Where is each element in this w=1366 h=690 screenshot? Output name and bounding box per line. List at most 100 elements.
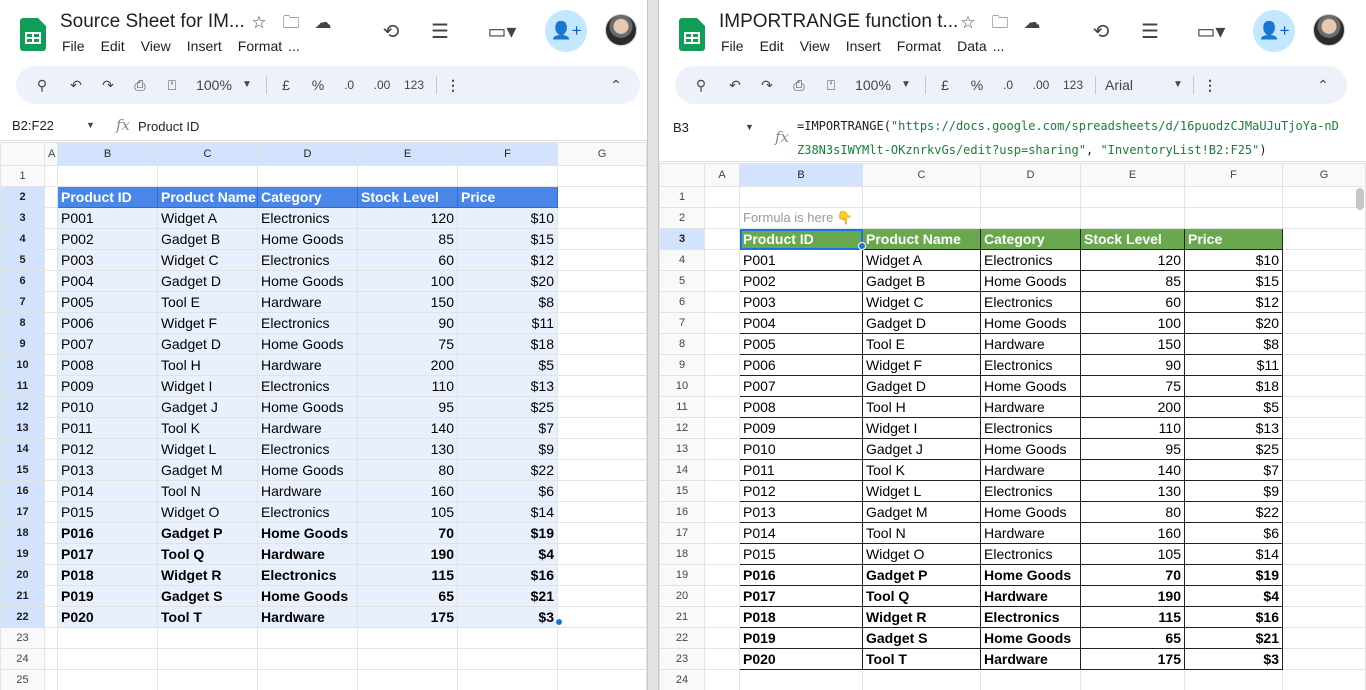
data-cell[interactable]: Tool T bbox=[157, 606, 258, 628]
cell[interactable] bbox=[557, 291, 647, 313]
data-cell[interactable]: P012 bbox=[57, 438, 158, 460]
increase-decimal-button[interactable]: .00 bbox=[1029, 66, 1053, 104]
data-cell[interactable]: $6 bbox=[457, 480, 558, 502]
currency-format-button[interactable]: £ bbox=[276, 66, 296, 104]
cell[interactable] bbox=[557, 501, 647, 523]
data-cell[interactable]: Home Goods bbox=[980, 438, 1081, 460]
data-cell[interactable]: $3 bbox=[1184, 648, 1283, 670]
column-header-e[interactable]: E bbox=[357, 142, 458, 166]
column-header-g[interactable]: G bbox=[1282, 163, 1366, 187]
row-header-20[interactable]: 20 bbox=[0, 564, 45, 586]
cell[interactable] bbox=[704, 291, 740, 313]
data-cell[interactable]: P013 bbox=[739, 501, 863, 523]
percent-format-button[interactable]: % bbox=[308, 66, 328, 104]
data-cell[interactable]: 95 bbox=[357, 396, 458, 418]
cell[interactable] bbox=[557, 375, 647, 397]
column-header-d[interactable]: D bbox=[980, 163, 1081, 187]
data-cell[interactable]: Hardware bbox=[980, 333, 1081, 355]
column-header-f[interactable]: F bbox=[1184, 163, 1283, 187]
data-cell[interactable]: $20 bbox=[457, 270, 558, 292]
row-header-9[interactable]: 9 bbox=[659, 354, 705, 376]
cell[interactable] bbox=[457, 165, 558, 187]
cell[interactable] bbox=[57, 165, 158, 187]
data-cell[interactable]: Tool K bbox=[157, 417, 258, 439]
cell[interactable] bbox=[1282, 459, 1366, 481]
cell[interactable] bbox=[557, 333, 647, 355]
cell[interactable] bbox=[557, 438, 647, 460]
collapse-menus-icon[interactable]: ⌃ bbox=[606, 66, 626, 104]
data-cell[interactable]: Widget L bbox=[157, 438, 258, 460]
data-cell[interactable]: 175 bbox=[357, 606, 458, 628]
row-header-21[interactable]: 21 bbox=[659, 606, 705, 628]
more-options-icon[interactable]: ⋮ bbox=[444, 66, 462, 104]
cell[interactable] bbox=[557, 648, 647, 670]
cell[interactable] bbox=[704, 207, 740, 229]
increase-decimal-button[interactable]: .00 bbox=[370, 66, 394, 104]
data-cell[interactable]: $16 bbox=[457, 564, 558, 586]
data-cell[interactable]: $8 bbox=[1184, 333, 1283, 355]
cell[interactable] bbox=[1282, 207, 1366, 229]
data-cell[interactable]: $9 bbox=[457, 438, 558, 460]
column-header-g[interactable]: G bbox=[557, 142, 647, 166]
cell[interactable] bbox=[44, 270, 58, 292]
row-header-8[interactable]: 8 bbox=[0, 312, 45, 334]
data-cell[interactable]: Home Goods bbox=[980, 312, 1081, 334]
percent-format-button[interactable]: % bbox=[967, 66, 987, 104]
header-cell[interactable]: Stock Level bbox=[357, 186, 458, 208]
row-header-23[interactable]: 23 bbox=[659, 648, 705, 670]
data-cell[interactable]: $13 bbox=[457, 375, 558, 397]
column-header-e[interactable]: E bbox=[1080, 163, 1185, 187]
cell[interactable] bbox=[44, 522, 58, 544]
data-cell[interactable]: P012 bbox=[739, 480, 863, 502]
data-cell[interactable]: P011 bbox=[739, 459, 863, 481]
cell[interactable] bbox=[980, 207, 1081, 229]
data-cell[interactable]: 140 bbox=[357, 417, 458, 439]
data-cell[interactable]: Widget C bbox=[862, 291, 981, 313]
cell[interactable] bbox=[704, 270, 740, 292]
select-all-corner[interactable] bbox=[659, 163, 705, 187]
data-cell[interactable]: Widget F bbox=[862, 354, 981, 376]
row-header-18[interactable]: 18 bbox=[0, 522, 45, 544]
row-header-25[interactable]: 25 bbox=[0, 669, 45, 690]
data-cell[interactable]: 115 bbox=[1080, 606, 1185, 628]
data-cell[interactable]: Gadget S bbox=[157, 585, 258, 607]
cell[interactable] bbox=[1282, 417, 1366, 439]
data-cell[interactable]: P008 bbox=[57, 354, 158, 376]
cell[interactable] bbox=[357, 627, 458, 649]
cell[interactable] bbox=[704, 417, 740, 439]
row-header-5[interactable]: 5 bbox=[0, 249, 45, 271]
cell[interactable] bbox=[44, 564, 58, 586]
zoom-dropdown-icon[interactable]: ▼ bbox=[240, 66, 254, 104]
data-cell[interactable]: P007 bbox=[739, 375, 863, 397]
data-cell[interactable]: 160 bbox=[357, 480, 458, 502]
zoom-select[interactable]: 100% bbox=[851, 66, 895, 104]
data-cell[interactable]: Widget A bbox=[862, 249, 981, 271]
cell[interactable] bbox=[57, 669, 158, 690]
data-cell[interactable]: $10 bbox=[457, 207, 558, 229]
data-cell[interactable]: Gadget D bbox=[862, 375, 981, 397]
row-header-22[interactable]: 22 bbox=[659, 627, 705, 649]
cell[interactable] bbox=[457, 627, 558, 649]
data-cell[interactable]: P015 bbox=[57, 501, 158, 523]
undo-icon[interactable]: ↶ bbox=[723, 66, 747, 104]
data-cell[interactable]: Home Goods bbox=[257, 396, 358, 418]
formula-input[interactable]: Product ID bbox=[138, 119, 199, 134]
row-header-1[interactable]: 1 bbox=[0, 165, 45, 187]
data-cell[interactable]: Hardware bbox=[257, 480, 358, 502]
row-header-8[interactable]: 8 bbox=[659, 333, 705, 355]
data-cell[interactable]: $3 bbox=[457, 606, 558, 628]
cell[interactable] bbox=[704, 501, 740, 523]
data-cell[interactable]: 130 bbox=[1080, 480, 1185, 502]
menu-format[interactable]: Format bbox=[897, 38, 941, 54]
data-cell[interactable]: P019 bbox=[57, 585, 158, 607]
decrease-decimal-button[interactable]: .0 bbox=[997, 66, 1019, 104]
data-cell[interactable]: Tool N bbox=[862, 522, 981, 544]
row-header-15[interactable]: 15 bbox=[659, 480, 705, 502]
data-cell[interactable]: P001 bbox=[739, 249, 863, 271]
data-cell[interactable]: Widget I bbox=[862, 417, 981, 439]
column-header-a[interactable]: A bbox=[44, 142, 58, 166]
data-cell[interactable]: Gadget B bbox=[862, 270, 981, 292]
cell[interactable] bbox=[1282, 186, 1366, 208]
data-cell[interactable]: Hardware bbox=[980, 648, 1081, 670]
data-cell[interactable]: $13 bbox=[1184, 417, 1283, 439]
